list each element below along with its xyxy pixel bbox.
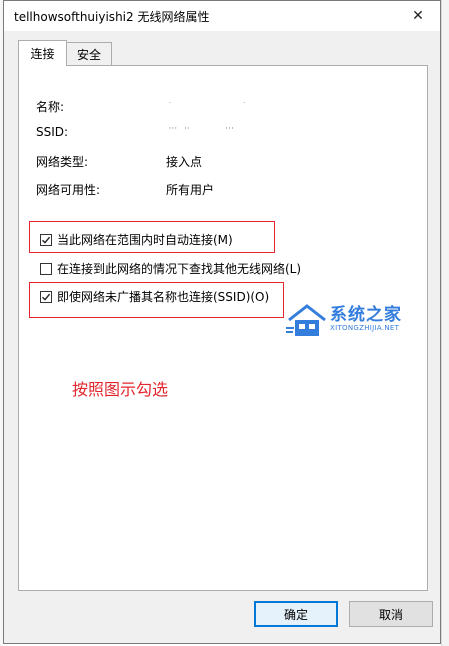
tab-connection[interactable]: 连接 (18, 40, 67, 66)
ssid-label: SSID: (36, 125, 69, 139)
instruction-annotation: 按照图示勾选 (72, 380, 169, 399)
hidden-ssid-checkbox[interactable] (40, 290, 52, 303)
watermark-name: 系统之家 (330, 305, 402, 325)
title-bar[interactable]: tellhowsofthuiyishi2 无线网络属性 ✕ (4, 1, 440, 31)
close-icon: ✕ (412, 8, 424, 24)
watermark-url: XITONGZHIJIA.NET (330, 324, 400, 332)
ok-button[interactable]: 确定 (254, 601, 338, 627)
house-logo-icon (286, 304, 326, 336)
name-label: 名称: (36, 100, 65, 114)
site-watermark: 系统之家 XITONGZHIJIA.NET (286, 300, 436, 340)
cancel-button-label: 取消 (378, 607, 403, 622)
background-window-edge-right (441, 0, 449, 646)
search-other-networks-label: 在连接到此网络的情况下查找其他无线网络(L) (57, 262, 302, 276)
checkmark-icon (42, 293, 51, 301)
search-other-networks-option[interactable]: 在连接到此网络的情况下查找其他无线网络(L) (40, 260, 301, 277)
tab-security[interactable]: 安全 (66, 42, 112, 66)
name-value-redacted: · · (169, 99, 247, 107)
auto-connect-checkbox[interactable] (40, 233, 52, 246)
network-type-label: 网络类型: (36, 155, 89, 169)
tab-connection-label: 连接 (30, 47, 55, 61)
cancel-button[interactable]: 取消 (349, 601, 433, 627)
auto-connect-label: 当此网络在范围内时自动连接(M) (57, 233, 233, 247)
search-other-networks-checkbox[interactable] (40, 262, 52, 275)
auto-connect-option[interactable]: 当此网络在范围内时自动连接(M) (40, 231, 233, 248)
ok-button-label: 确定 (283, 607, 308, 622)
checkmark-icon (42, 236, 51, 244)
network-availability-label: 网络可用性: (36, 183, 101, 197)
network-type-value: 接入点 (166, 155, 203, 169)
close-button[interactable]: ✕ (396, 1, 440, 31)
dialog-title: tellhowsofthuiyishi2 无线网络属性 (14, 10, 210, 24)
ssid-value-redacted: ''' '' ''' (169, 126, 235, 134)
tab-security-label: 安全 (76, 48, 101, 62)
network-availability-value: 所有用户 (166, 183, 215, 197)
hidden-ssid-option[interactable]: 即使网络未广播其名称也连接(SSID)(O) (40, 288, 269, 305)
hidden-ssid-label: 即使网络未广播其名称也连接(SSID)(O) (57, 290, 270, 304)
